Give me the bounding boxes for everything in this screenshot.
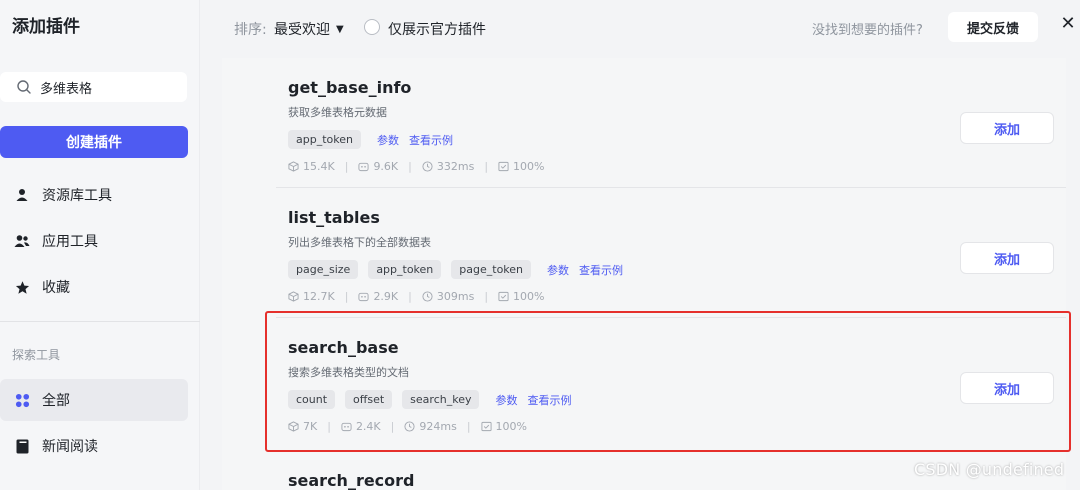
sort-dropdown-value: 最受欢迎: [274, 22, 330, 38]
tool-name-partial: search_record: [288, 468, 415, 490]
search-icon: [16, 79, 32, 95]
tool-stats: 15.4K | 9.6K | 332ms | 100%: [288, 160, 545, 173]
tool-name: get_base_info: [288, 78, 412, 97]
clock-icon: [422, 161, 433, 172]
tool-stats: 12.7K | 2.9K | 309ms | 100%: [288, 290, 545, 303]
latency-stat: 332ms: [422, 160, 474, 173]
watermark: CSDN @undefined: [914, 460, 1065, 479]
stat-divider: |: [408, 290, 412, 303]
search-input[interactable]: 多维表格: [0, 72, 187, 102]
cube-icon: [288, 291, 299, 302]
caret-down-icon: ▼: [336, 23, 344, 35]
nav-item-label: 收藏: [42, 280, 70, 296]
check-doc-icon: [498, 161, 509, 172]
param-tag: page_size: [288, 260, 359, 279]
success-stat: 100%: [498, 290, 545, 303]
tool-description: 获取多维表格元数据: [288, 106, 387, 119]
stat-divider: |: [484, 290, 489, 303]
sort-dropdown[interactable]: 最受欢迎 ▼: [274, 19, 344, 39]
search-input-value: 多维表格: [40, 81, 93, 97]
success-stat: 100%: [498, 160, 545, 173]
star-icon: [14, 279, 30, 295]
explore-item-label: 全部: [42, 393, 70, 409]
toolbar: 排序: 最受欢迎 ▼ 仅展示官方插件 没找到想要的插件? 提交反馈 ✕: [200, 0, 1080, 55]
param-tag: app_token: [288, 130, 361, 149]
explore-item-news[interactable]: 新闻阅读: [0, 425, 188, 467]
check-doc-icon: [498, 291, 509, 302]
nav-item-resource-tools[interactable]: 资源库工具: [0, 174, 188, 216]
tool-params: page_size app_token page_token 参数 查看示例: [288, 260, 623, 279]
users-icon: [14, 233, 30, 249]
official-only-label[interactable]: 仅展示官方插件: [388, 19, 486, 39]
bot-icon: [358, 292, 369, 302]
usage-count: 15.4K: [303, 160, 335, 173]
partial-tool-name: search_record: [288, 471, 415, 490]
submit-feedback-button[interactable]: 提交反馈: [948, 12, 1038, 42]
clock-icon: [422, 291, 433, 302]
add-button[interactable]: 添加: [960, 242, 1054, 274]
bots-stat: 2.9K: [358, 290, 398, 303]
nav-item-label: 应用工具: [42, 234, 98, 250]
sidebar-title: 添加插件: [12, 17, 80, 37]
nav-item-favorites[interactable]: 收藏: [0, 266, 188, 308]
user-icon: [14, 187, 30, 203]
param-tag: app_token: [368, 260, 442, 279]
sidebar-divider: [0, 321, 200, 322]
grid-icon: [14, 392, 30, 408]
usage-stat: 12.7K: [288, 290, 335, 303]
close-icon[interactable]: ✕: [1060, 12, 1076, 34]
stat-divider: |: [408, 160, 412, 173]
not-found-text: 没找到想要的插件?: [812, 23, 923, 38]
create-plugin-button[interactable]: 创建插件: [0, 126, 188, 158]
bots-count: 2.9K: [373, 290, 399, 303]
examples-link[interactable]: 查看示例: [579, 262, 623, 278]
cube-icon: [288, 161, 299, 172]
official-only-radio[interactable]: [364, 19, 380, 35]
nav-item-app-tools[interactable]: 应用工具: [0, 220, 188, 262]
stat-divider: |: [344, 290, 349, 303]
book-icon: [14, 438, 30, 454]
sidebar: 添加插件 多维表格 创建插件 资源库工具 应用工具 收藏 探索工具 全部 新闻阅…: [0, 0, 200, 490]
bots-count: 9.6K: [373, 160, 399, 173]
explore-item-label: 新闻阅读: [42, 439, 98, 455]
bots-stat: 9.6K: [358, 160, 398, 173]
tool-name: list_tables: [288, 208, 380, 227]
usage-stat: 15.4K: [288, 160, 335, 173]
latency-value: 332ms: [436, 160, 475, 173]
add-button[interactable]: 添加: [960, 112, 1054, 144]
sort-label: 排序:: [234, 22, 267, 38]
highlight-box: [265, 311, 1071, 452]
latency-value: 309ms: [436, 290, 475, 303]
tool-item: get_base_info 获取多维表格元数据 app_token 参数 查看示…: [222, 58, 1066, 188]
bot-icon: [358, 162, 369, 172]
stat-divider: |: [484, 160, 489, 173]
stat-divider: |: [344, 160, 349, 173]
params-link[interactable]: 参数: [377, 132, 399, 148]
explore-section-label: 探索工具: [12, 348, 61, 362]
tool-description: 列出多维表格下的全部数据表: [288, 236, 431, 249]
tool-item: list_tables 列出多维表格下的全部数据表 page_size app_…: [222, 188, 1066, 318]
success-rate: 100%: [513, 160, 545, 173]
tool-params: app_token 参数 查看示例: [288, 130, 453, 149]
success-rate: 100%: [513, 290, 545, 303]
usage-count: 12.7K: [303, 290, 335, 303]
nav-item-label: 资源库工具: [42, 188, 112, 204]
latency-stat: 309ms: [422, 290, 474, 303]
examples-link[interactable]: 查看示例: [409, 132, 453, 148]
param-tag: page_token: [451, 260, 532, 279]
explore-item-all[interactable]: 全部: [0, 379, 188, 421]
params-link[interactable]: 参数: [547, 262, 569, 278]
